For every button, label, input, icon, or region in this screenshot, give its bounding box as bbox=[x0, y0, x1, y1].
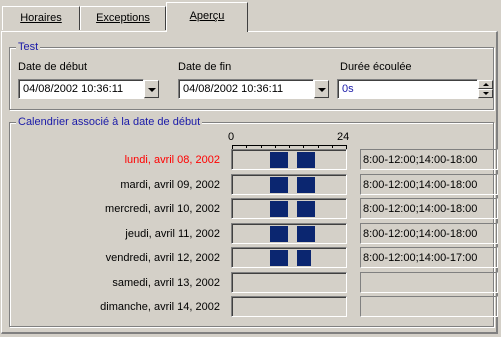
elapsed-time-label: Durée écoulée bbox=[340, 61, 412, 73]
calendar-group-title: Calendrier associé à la date de début bbox=[16, 115, 203, 129]
start-date-dropdown-button[interactable] bbox=[144, 80, 159, 98]
elapsed-time-spinner[interactable] bbox=[478, 80, 493, 98]
tab-apercu[interactable]: Aperçu bbox=[166, 2, 248, 32]
tab-exceptions-label: Exceptions bbox=[96, 12, 150, 24]
calendar-group: Calendrier associé à la date de début bbox=[9, 115, 494, 327]
spin-up-icon[interactable] bbox=[478, 80, 493, 89]
start-date-field[interactable]: 04/08/2002 10:36:11 bbox=[18, 79, 144, 99]
tab-horaires-label: Horaires bbox=[20, 12, 62, 24]
tab-panel-apercu: Test Date de début 04/08/2002 10:36:11 D… bbox=[1, 31, 498, 334]
end-date-field[interactable]: 04/08/2002 10:36:11 bbox=[178, 79, 314, 99]
tab-strip: Horaires Exceptions Aperçu bbox=[0, 0, 501, 33]
elapsed-time-field[interactable]: 0s bbox=[337, 79, 478, 99]
start-date-label: Date de début bbox=[18, 61, 88, 73]
test-group-title: Test bbox=[16, 40, 41, 54]
tab-apercu-label: Aperçu bbox=[189, 10, 225, 22]
tab-exceptions[interactable]: Exceptions bbox=[80, 6, 166, 30]
end-date-dropdown-button[interactable] bbox=[314, 80, 329, 98]
end-date-label: Date de fin bbox=[178, 61, 232, 73]
spin-down-icon[interactable] bbox=[478, 89, 493, 98]
tab-horaires[interactable]: Horaires bbox=[2, 6, 80, 30]
